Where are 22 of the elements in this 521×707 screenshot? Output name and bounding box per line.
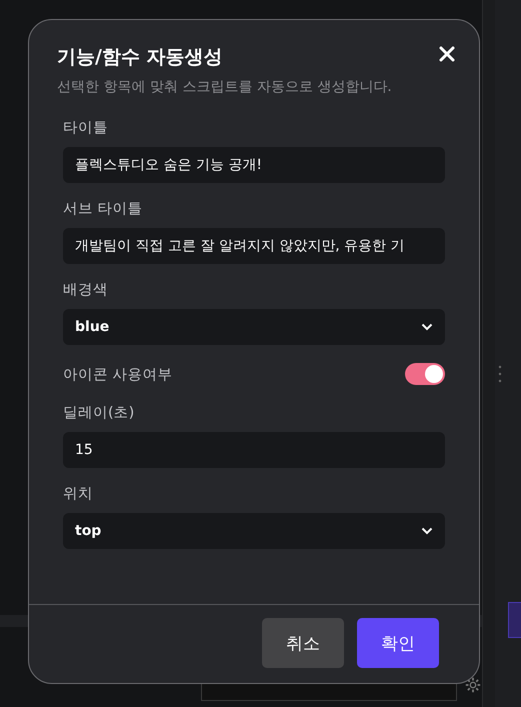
confirm-button[interactable]: 확인 bbox=[357, 618, 439, 668]
toggle-switch[interactable] bbox=[405, 363, 445, 385]
input-field[interactable] bbox=[201, 683, 457, 701]
settings-icon[interactable] bbox=[464, 676, 482, 694]
select-field[interactable]: blue bbox=[63, 309, 445, 345]
field-label: 아이콘 사용여부 bbox=[63, 366, 173, 384]
dialog-title: 기능/함수 자동생성 bbox=[57, 45, 224, 70]
dialog-subtitle: 선택한 항목에 맞춰 스크립트를 자동으로 생성합니다. bbox=[57, 78, 392, 96]
select-field[interactable]: top bbox=[63, 513, 445, 549]
chevron-down-icon bbox=[421, 323, 433, 331]
input-field[interactable]: 개발팀이 직접 고른 잘 알려지지 않았지만, 유용한 기 bbox=[63, 228, 445, 264]
chevron-down-icon bbox=[421, 527, 433, 535]
close-icon[interactable] bbox=[439, 46, 455, 62]
field-label: 딜레이(초) bbox=[63, 404, 136, 422]
field-label: 타이틀 bbox=[63, 119, 109, 137]
field-label: 서브 타이틀 bbox=[63, 200, 144, 218]
cancel-button[interactable]: 취소 bbox=[262, 618, 344, 668]
input-field[interactable]: 플렉스튜디오 숨은 기능 공개! bbox=[63, 147, 445, 183]
field-label: 위치 bbox=[63, 485, 94, 503]
input-field[interactable]: 15 bbox=[63, 432, 445, 468]
field-label: 배경색 bbox=[63, 281, 109, 299]
drag-handle-icon[interactable] bbox=[498, 365, 502, 383]
